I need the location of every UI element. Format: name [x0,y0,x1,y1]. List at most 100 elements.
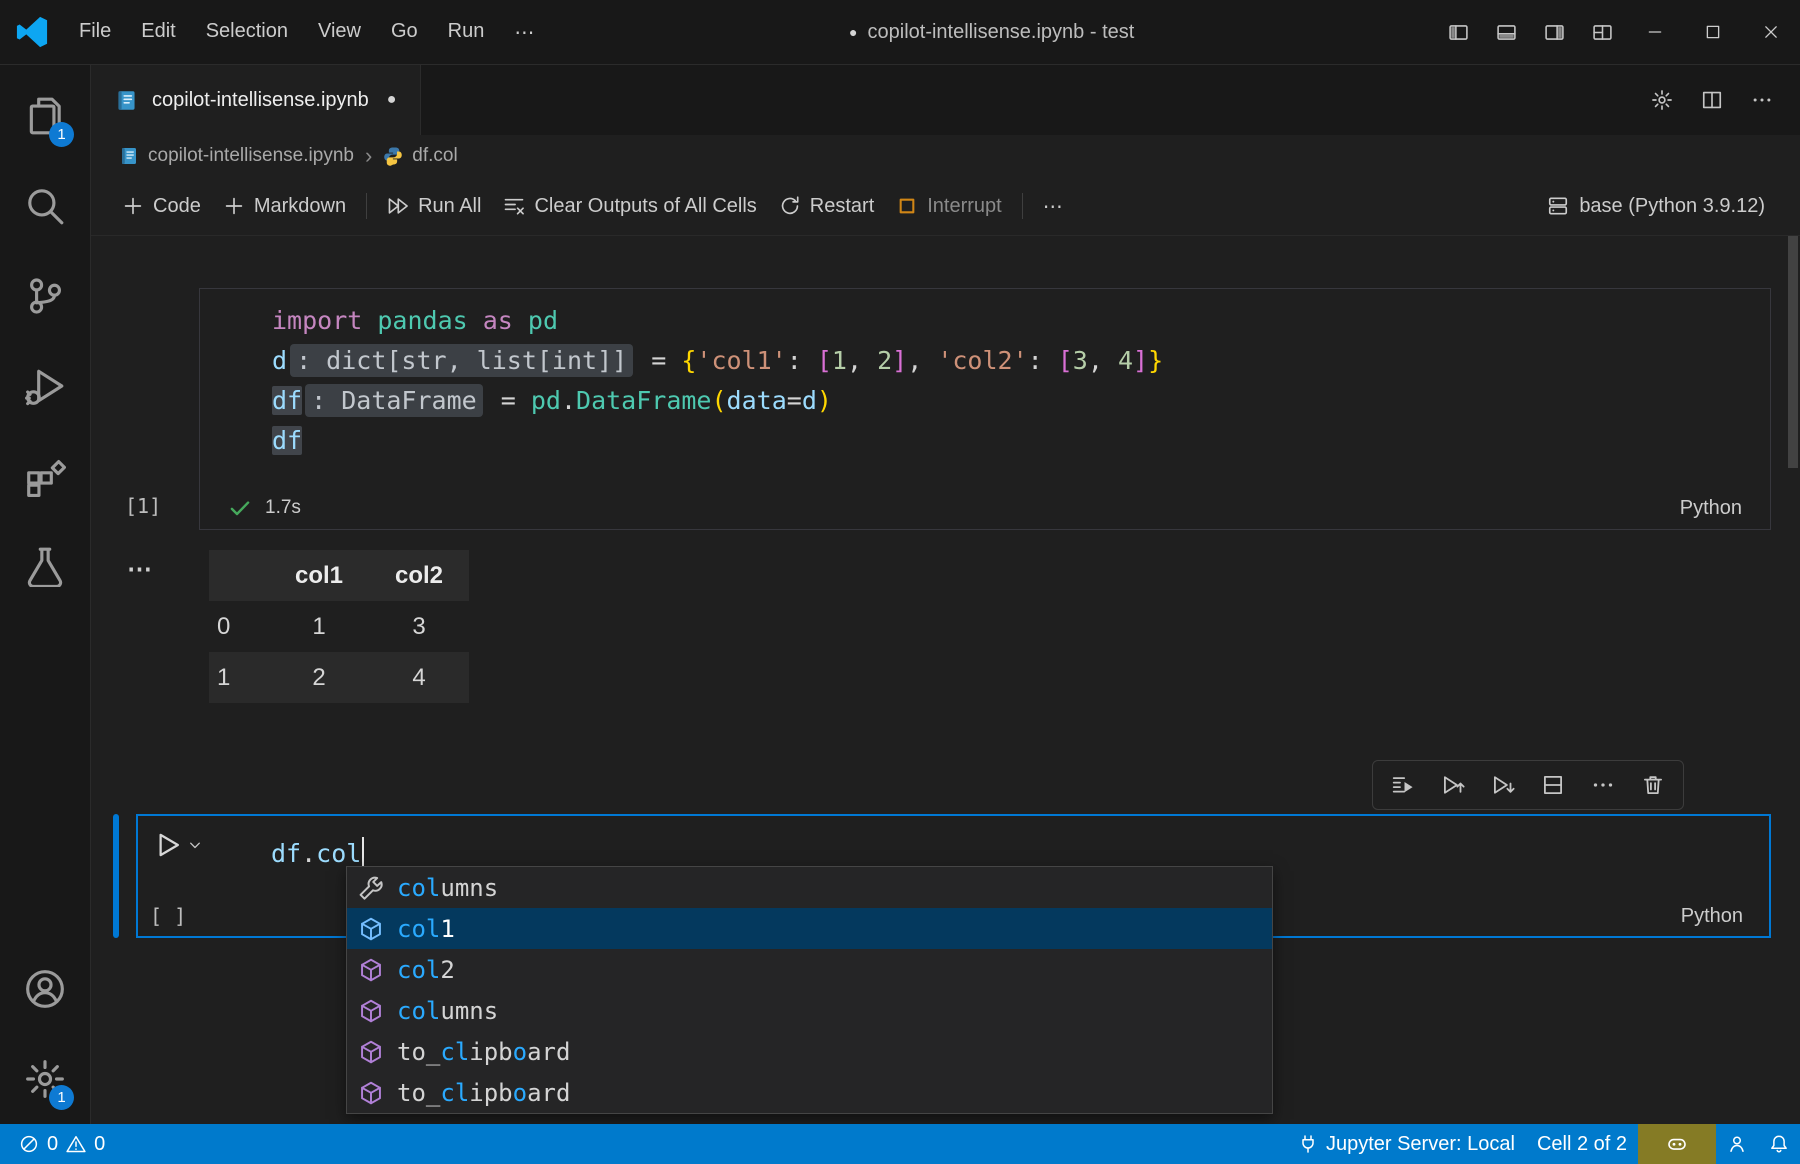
menu-more[interactable]: ⋯ [499,13,549,52]
search-icon [24,185,66,227]
run-all-button[interactable]: Run All [376,188,492,225]
close-button[interactable] [1742,1,1800,64]
dataframe-output-table: col1col2013124 [209,550,469,703]
cell-toolbar [1372,760,1684,810]
execute-below-button[interactable] [1479,764,1527,806]
more-actions-button[interactable] [1742,80,1782,120]
editor-group: copilot-intellisense.ipynb ● copilot-int… [91,65,1800,1124]
add-code-label: Code [153,195,201,218]
cell-indicator-status[interactable]: Cell 2 of 2 [1526,1124,1638,1164]
text-cursor [362,837,364,868]
suggest-item-columns[interactable]: columns [347,867,1272,908]
add-markdown-cell-button[interactable]: Markdown [212,188,357,225]
maximize-icon [1704,23,1722,41]
table-row: 013 [209,601,469,652]
settings-badge: 1 [49,1085,74,1110]
toolbar-more-button[interactable]: ⋯ [1032,187,1074,226]
suggest-item-to_clipboard[interactable]: to_clipboard [347,1031,1272,1072]
activity-extensions[interactable] [0,431,90,521]
maximize-button[interactable] [1684,1,1742,64]
problems-status[interactable]: 0 0 [8,1124,116,1164]
cube-icon [358,998,384,1024]
layout-custom-icon [1592,22,1613,43]
breadcrumb-file[interactable]: copilot-intellisense.ipynb [148,145,354,167]
cell-more-actions-button[interactable] [1579,764,1627,806]
notebook-settings-button[interactable] [1642,80,1682,120]
restart-button[interactable]: Restart [768,188,885,225]
run-all-icon [387,195,409,217]
suggest-item-col2[interactable]: col2 [347,949,1272,990]
title-dirty-indicator: ● [849,24,857,40]
customize-layout-button[interactable] [1578,10,1626,54]
activity-testing[interactable] [0,521,90,611]
menu-go[interactable]: Go [376,13,433,52]
vscode-logo-icon [14,14,50,50]
play-icon [152,830,182,860]
code-line: d: dict[str, list[int]] = {'col1': [1, 2… [272,341,1770,381]
menu-view[interactable]: View [303,13,376,52]
split-cell-button[interactable] [1529,764,1577,806]
toggle-panel-button[interactable] [1482,10,1530,54]
feedback-status[interactable] [1716,1124,1758,1164]
menu-edit[interactable]: Edit [126,13,190,52]
trash-icon [1641,773,1665,797]
output-more-button[interactable]: ⋯ [127,554,155,584]
titlebar: FileEditSelectionViewGoRun⋯ ● copilot-in… [0,0,1800,65]
execute-above-icon [1441,773,1465,797]
warning-count: 0 [94,1133,105,1156]
activity-search[interactable] [0,161,90,251]
delete-cell-button[interactable] [1629,764,1677,806]
table-cell: 3 [369,601,469,652]
minimize-icon [1646,23,1664,41]
breadcrumb-symbol[interactable]: df.col [412,145,457,167]
cell1-duration: 1.7s [265,497,301,519]
success-check-icon [228,496,252,520]
tab-copilot-intellisense[interactable]: copilot-intellisense.ipynb ● [91,65,421,135]
split-editor-icon [1701,89,1723,111]
add-code-cell-button[interactable]: Code [111,188,212,225]
cell1-language-picker[interactable]: Python [1680,497,1742,520]
interrupt-button[interactable]: Interrupt [885,188,1012,225]
activity-explorer[interactable]: 1 [0,71,90,161]
activity-run-debug[interactable] [0,341,90,431]
table-cell: 1 [269,601,369,652]
activity-settings[interactable]: 1 [0,1034,90,1124]
clear-outputs-button[interactable]: Clear Outputs of All Cells [492,188,767,225]
activity-accounts[interactable] [0,944,90,1034]
menu-selection[interactable]: Selection [191,13,303,52]
jupyter-server-label: Jupyter Server: Local [1326,1133,1515,1156]
toolbar-separator [366,193,367,219]
editor-scrollbar[interactable] [1788,236,1798,468]
menu-run[interactable]: Run [433,13,500,52]
jupyter-server-status[interactable]: Jupyter Server: Local [1287,1124,1526,1164]
notifications-status[interactable] [1758,1124,1800,1164]
suggest-item-columns[interactable]: columns [347,990,1272,1031]
suggest-item-to_clipboard[interactable]: to_clipboard [347,1072,1272,1113]
restart-label: Restart [810,195,874,218]
table-header-cell: col1 [269,550,369,601]
kernel-picker[interactable]: base (Python 3.9.12) [1536,188,1776,225]
run-all-label: Run All [418,195,481,218]
execute-above-button[interactable] [1429,764,1477,806]
toggle-sidebar-button[interactable] [1434,10,1482,54]
minimize-button[interactable] [1626,1,1684,64]
copilot-status[interactable] [1638,1124,1716,1164]
toggle-secondary-sidebar-button[interactable] [1530,10,1578,54]
activity-source-control[interactable] [0,251,90,341]
run-cell-button[interactable] [152,830,204,860]
code-cell-1[interactable]: import pandas as pdd: dict[str, list[int… [199,288,1771,530]
suggest-item-col1[interactable]: col1 [347,908,1272,949]
menu-file[interactable]: File [64,13,126,52]
activity-bar: 1 1 [0,65,91,1124]
table-cell: 2 [269,652,369,703]
code-line: df: DataFrame = pd.DataFrame(data=d) [272,381,1770,421]
split-editor-button[interactable] [1692,80,1732,120]
code-line: import pandas as pd [272,301,1770,341]
cell1-code-editor[interactable]: import pandas as pdd: dict[str, list[int… [200,289,1770,461]
run-by-line-button[interactable] [1379,764,1427,806]
kernel-icon [1547,195,1569,217]
error-count: 0 [47,1133,58,1156]
cell2-language-picker[interactable]: Python [1681,905,1743,928]
titlebar-left: FileEditSelectionViewGoRun⋯ [0,13,549,52]
interrupt-label: Interrupt [927,195,1001,218]
